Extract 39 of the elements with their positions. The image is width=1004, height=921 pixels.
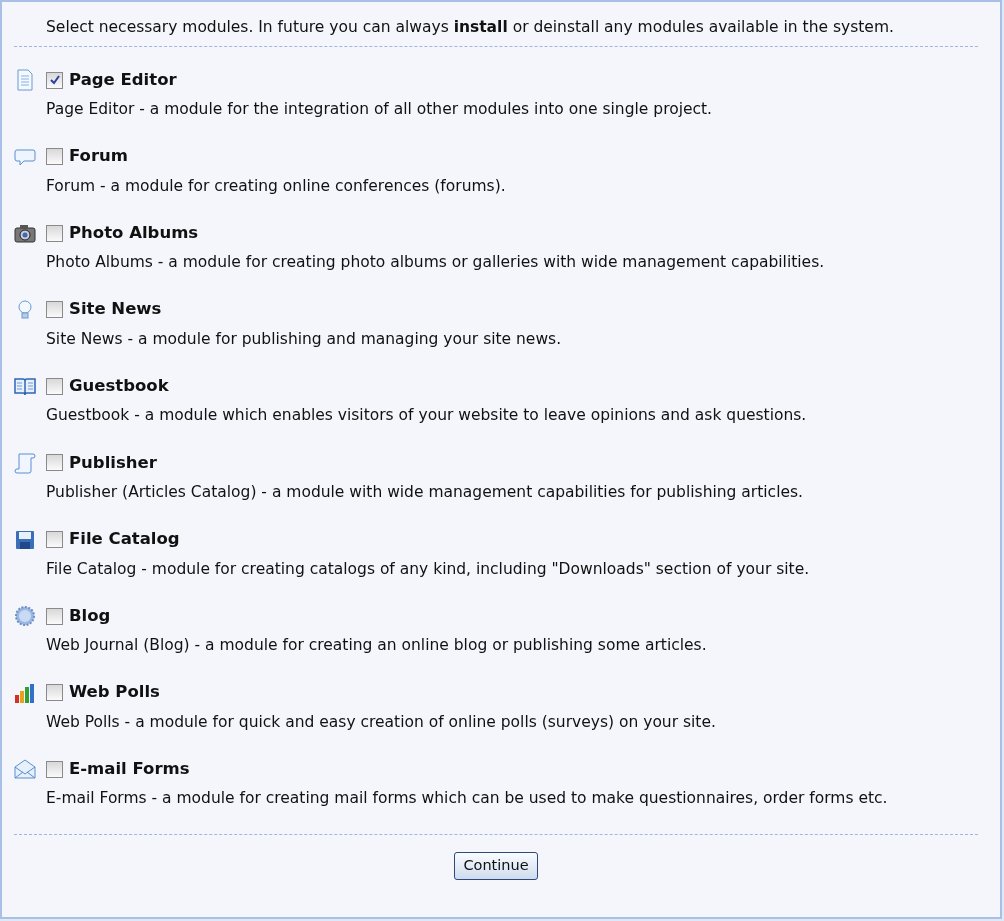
module-description: Forum - a module for creating online conferences (forums). (46, 176, 506, 195)
document-icon (14, 69, 36, 91)
module-name: Site News (69, 298, 162, 321)
module-description: Photo Albums - a module for creating photo albums or galleries with wide management capabilities. (46, 253, 825, 272)
checkbox[interactable] (46, 607, 63, 625)
module-description: File Catalog - module for creating catalogs of any kind, including "Downloads" section of your site. (46, 559, 810, 578)
module-description: Web Journal (Blog) - a module for creating an online blog or publishing some articles. (46, 636, 707, 655)
module-description: Site News - a module for publishing and managing your site news. (46, 329, 562, 348)
checkbox[interactable] (46, 760, 63, 778)
module-name: File Catalog (69, 528, 180, 551)
module-name: Photo Albums (69, 221, 199, 244)
checkbox[interactable] (46, 531, 63, 549)
module-description: E-mail Forms - a module for creating mail forms which can be used to make questionnaires, order forms etc. (46, 789, 888, 808)
module-description: Page Editor - a module for the integration of all other modules into one single project. (46, 100, 713, 118)
scroll-icon (14, 451, 36, 474)
module-description: Web Polls - a module for quick and easy creation of online polls (surveys) on your site. (46, 712, 716, 731)
checkbox[interactable] (46, 224, 63, 242)
module-name: E-mail Forms (69, 757, 190, 780)
envelope-icon (14, 758, 36, 781)
checkbox[interactable] (46, 377, 63, 395)
module-name: Forum (69, 145, 128, 168)
checkbox[interactable] (46, 454, 63, 472)
module-name: Guestbook (69, 375, 169, 397)
checkbox[interactable] (46, 148, 63, 166)
module-description: Guestbook - a module which enables visitors of your website to leave opinions and ask questions. (46, 406, 807, 425)
checkbox[interactable] (46, 71, 63, 89)
gear-icon (14, 605, 36, 628)
module-description: Publisher (Articles Catalog) - a module with wide management capabilities for publishing articles. (46, 482, 803, 501)
open-book-icon (14, 375, 36, 398)
module-name: Publisher (69, 451, 157, 474)
checkbox[interactable] (46, 684, 63, 702)
bar-chart-icon (14, 681, 36, 704)
module-name: Page Editor (69, 68, 177, 91)
instruction-text: Select necessary modules. In future you can always install or deinstall any modules available in the system. (46, 18, 894, 36)
module-name: Blog (69, 604, 111, 627)
camera-icon (14, 222, 36, 245)
checkbox[interactable] (46, 301, 63, 319)
continue-button[interactable]: Continue (454, 851, 538, 880)
module-name: Web Polls (69, 681, 160, 704)
